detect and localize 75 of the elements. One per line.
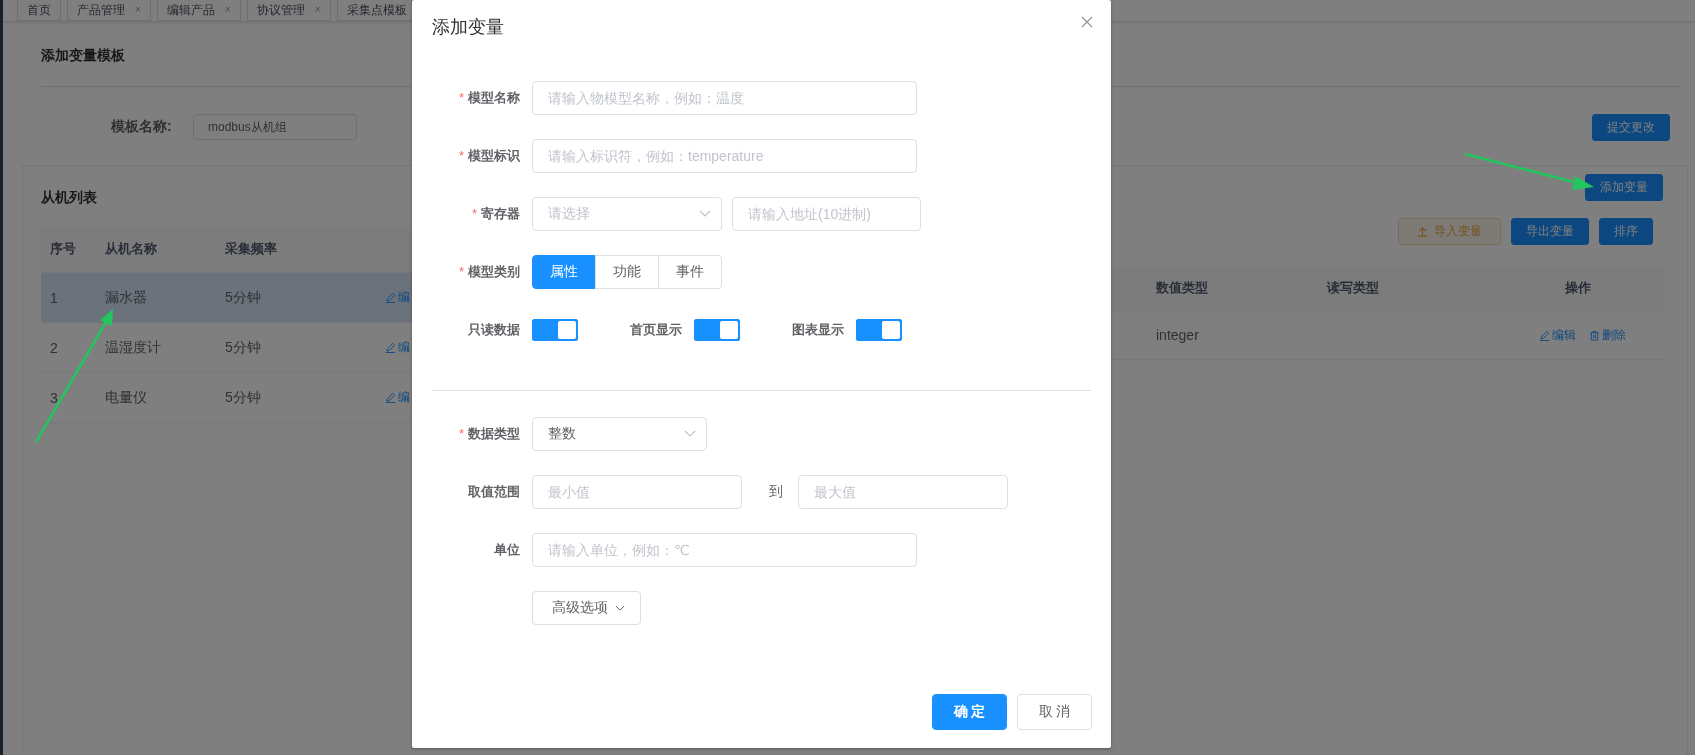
pencil-icon bbox=[385, 392, 396, 403]
cancel-button[interactable]: 取 消 bbox=[1017, 694, 1092, 730]
submit-button[interactable]: 提交更改 bbox=[1592, 113, 1670, 141]
pencil-icon bbox=[385, 342, 396, 353]
export-button[interactable]: 导出变量 bbox=[1511, 218, 1589, 245]
advanced-options-button[interactable]: 高级选项 bbox=[532, 591, 641, 625]
card-title: 从机列表 bbox=[41, 189, 97, 207]
page-tab[interactable]: 首页 bbox=[17, 0, 61, 21]
input-field[interactable]: 请输入物模型名称，例如：温度 bbox=[532, 81, 917, 115]
field-label: 只读数据 bbox=[467, 321, 520, 339]
confirm-button[interactable]: 确 定 bbox=[932, 694, 1007, 730]
field-label: * 寄存器 bbox=[471, 205, 520, 223]
field-label: 单位 bbox=[494, 541, 520, 559]
add-variable-button[interactable]: 添加变量 bbox=[1585, 174, 1663, 201]
column-header: 数值类型 bbox=[1155, 279, 1209, 297]
segment-button[interactable]: 功能 bbox=[595, 255, 659, 289]
page-tab[interactable]: 编辑产品 × bbox=[156, 0, 241, 21]
tab-close-icon[interactable]: × bbox=[224, 0, 231, 20]
input-field[interactable]: 最小值 bbox=[532, 475, 742, 509]
table-cell-text: 温湿度计 bbox=[104, 338, 162, 357]
column-header: 采集频率 bbox=[224, 240, 278, 258]
input-field[interactable]: modbus从机组 bbox=[193, 114, 357, 140]
page-tab[interactable]: 协议管理 × bbox=[246, 0, 331, 21]
input-field[interactable]: 请输入标识符，例如：temperature bbox=[532, 139, 917, 173]
table-cell-text: 5分钟 bbox=[224, 288, 262, 307]
input-field[interactable]: 请输入单位，例如：℃ bbox=[532, 533, 917, 567]
chevron-down-icon bbox=[615, 604, 625, 612]
input-field[interactable]: 请输入地址(10进制) bbox=[732, 197, 921, 231]
page-tab[interactable]: 产品管理 × bbox=[67, 0, 151, 21]
table-cell-text: 5分钟 bbox=[224, 338, 262, 357]
pencil-icon bbox=[1539, 329, 1550, 341]
chevron-down-icon bbox=[699, 210, 711, 218]
edit-link[interactable]: 编 bbox=[376, 389, 521, 406]
pencil-icon bbox=[385, 292, 396, 303]
column-header: 从机名称 bbox=[104, 240, 158, 258]
edit-link[interactable]: 编 bbox=[376, 289, 521, 306]
upload-icon bbox=[1417, 226, 1428, 237]
table-cell-text: 3 bbox=[49, 389, 59, 406]
field-label: 取值范围 bbox=[468, 483, 520, 501]
table-cell-text: 2 bbox=[49, 339, 59, 356]
sort-button[interactable]: 排序 bbox=[1599, 218, 1653, 245]
page-title: 添加变量模板 bbox=[41, 47, 125, 65]
dialog-title: 添加变量 bbox=[432, 16, 504, 39]
input-field[interactable]: 最大值 bbox=[798, 475, 1008, 509]
field-label: 模板名称: bbox=[111, 118, 173, 136]
tab-close-icon[interactable]: × bbox=[314, 0, 321, 20]
range-separator: 到 bbox=[768, 483, 784, 501]
close-icon[interactable] bbox=[1081, 16, 1093, 28]
table-cell-text: 5分钟 bbox=[224, 388, 262, 407]
toggle-switch[interactable] bbox=[856, 319, 902, 341]
column-header: 操作 bbox=[1564, 279, 1592, 297]
delete-link[interactable]: 删除 bbox=[1580, 326, 1626, 344]
tab-close-icon[interactable]: × bbox=[135, 0, 141, 20]
table-cell-text: 漏水器 bbox=[104, 288, 148, 307]
table-cell-text: integer bbox=[1155, 327, 1200, 343]
segment-button[interactable]: 属性 bbox=[532, 255, 596, 289]
import-button[interactable]: 导入变量 bbox=[1398, 218, 1501, 245]
trash-icon bbox=[1589, 329, 1600, 341]
column-header: 读写类型 bbox=[1325, 279, 1380, 297]
select-field[interactable]: 整数 bbox=[532, 417, 707, 451]
field-label: * 模型名称 bbox=[458, 89, 520, 107]
chevron-down-icon bbox=[684, 430, 696, 438]
toggle-switch[interactable] bbox=[694, 319, 740, 341]
table-cell-text: 电量仪 bbox=[104, 388, 148, 407]
toggle-switch[interactable] bbox=[532, 319, 578, 341]
field-label: * 数据类型 bbox=[458, 425, 520, 443]
select-field[interactable]: 请选择 bbox=[532, 197, 722, 231]
table-cell-text: 1 bbox=[49, 289, 59, 306]
field-label: 图表显示 bbox=[792, 321, 844, 339]
edit-link[interactable]: 编辑 bbox=[1530, 326, 1576, 344]
segment-button[interactable]: 事件 bbox=[658, 255, 722, 289]
field-label: 首页显示 bbox=[630, 321, 682, 339]
field-label: * 模型标识 bbox=[458, 147, 520, 165]
column-header: 序号 bbox=[49, 240, 77, 258]
edit-link[interactable]: 编 bbox=[376, 339, 521, 356]
